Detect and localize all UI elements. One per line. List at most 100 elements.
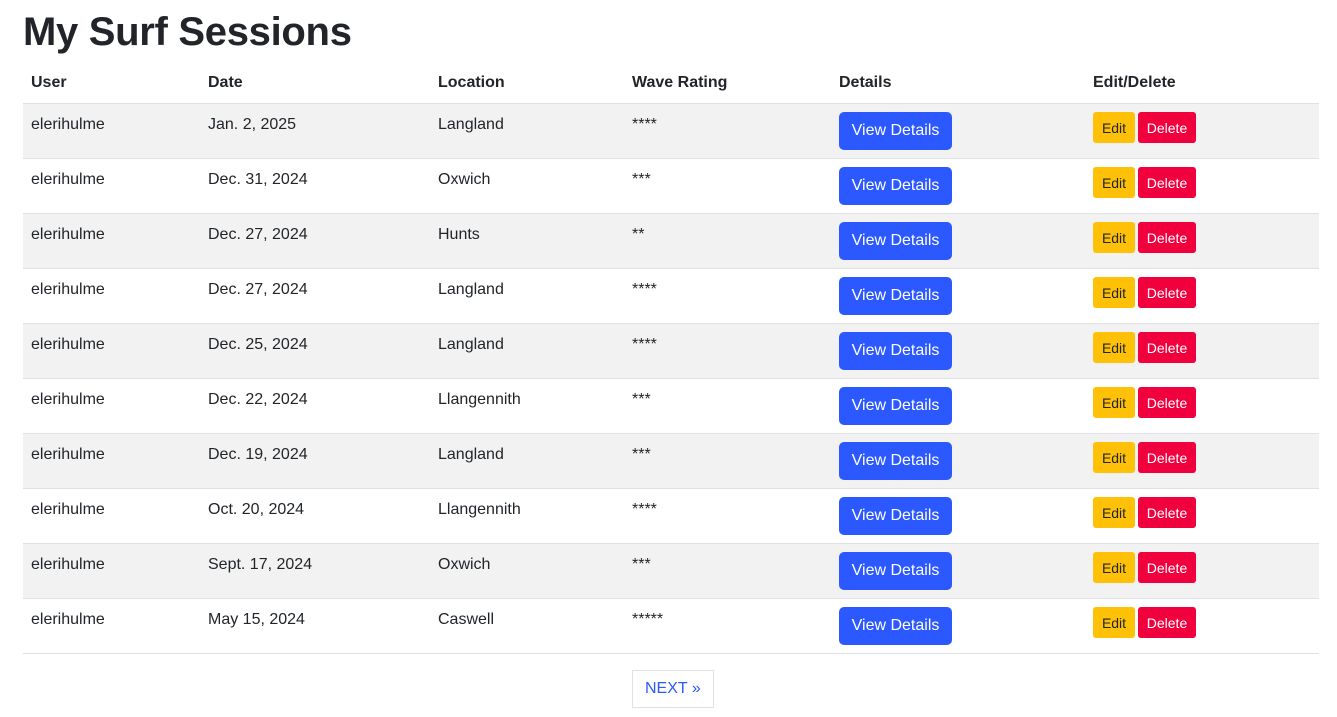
edit-button[interactable]: Edit xyxy=(1093,167,1135,198)
edit-button[interactable]: Edit xyxy=(1093,497,1135,528)
date-cell: Oct. 20, 2024 xyxy=(200,488,430,544)
page-title: My Surf Sessions xyxy=(23,10,352,54)
view-details-button[interactable]: View Details xyxy=(839,552,952,590)
date-cell: Dec. 27, 2024 xyxy=(200,213,430,269)
date-cell: May 15, 2024 xyxy=(200,598,430,654)
wave-rating-cell: *** xyxy=(624,378,831,434)
column-header-date: Date xyxy=(200,62,430,104)
session-date: Dec. 22, 2024 xyxy=(208,391,308,408)
column-header-edit-delete: Edit/Delete xyxy=(1085,62,1319,104)
edit-delete-cell: Edit Delete xyxy=(1085,543,1319,599)
user-cell: elerihulme xyxy=(23,323,200,379)
session-location: Llangennith xyxy=(438,501,521,518)
edit-button[interactable]: Edit xyxy=(1093,332,1135,363)
view-details-button[interactable]: View Details xyxy=(839,167,952,205)
wave-rating: *** xyxy=(632,556,651,573)
view-details-button[interactable]: View Details xyxy=(839,332,952,370)
session-date: May 15, 2024 xyxy=(208,611,305,628)
session-location: Oxwich xyxy=(438,171,491,188)
edit-button[interactable]: Edit xyxy=(1093,387,1135,418)
location-cell: Oxwich xyxy=(430,543,624,599)
session-location: Hunts xyxy=(438,226,480,243)
user-cell: elerihulme xyxy=(23,488,200,544)
delete-button[interactable]: Delete xyxy=(1138,167,1196,198)
delete-button[interactable]: Delete xyxy=(1138,277,1196,308)
details-cell: View Details xyxy=(831,433,1085,489)
edit-button[interactable]: Edit xyxy=(1093,222,1135,253)
sessions-table: User Date Location Wave Rating Details E… xyxy=(23,62,1319,654)
user-name: elerihulme xyxy=(31,611,105,628)
session-location: Langland xyxy=(438,281,504,298)
edit-button[interactable]: Edit xyxy=(1093,552,1135,583)
wave-rating: **** xyxy=(632,281,657,298)
session-date: Dec. 25, 2024 xyxy=(208,336,308,353)
view-details-button[interactable]: View Details xyxy=(839,112,952,150)
session-location: Llangennith xyxy=(438,391,521,408)
wave-rating: **** xyxy=(632,116,657,133)
session-location: Langland xyxy=(438,446,504,463)
delete-button[interactable]: Delete xyxy=(1138,222,1196,253)
column-header-details: Details xyxy=(831,62,1085,104)
location-cell: Hunts xyxy=(430,213,624,269)
next-page-link[interactable]: NEXT » xyxy=(632,670,714,708)
user-name: elerihulme xyxy=(31,501,105,518)
edit-delete-cell: Edit Delete xyxy=(1085,158,1319,214)
wave-rating-cell: *** xyxy=(624,543,831,599)
delete-button[interactable]: Delete xyxy=(1138,332,1196,363)
wave-rating: **** xyxy=(632,336,657,353)
table-row: elerihulme Sept. 17, 2024 Oxwich *** View De… xyxy=(23,543,1319,599)
view-details-button[interactable]: View Details xyxy=(839,277,952,315)
wave-rating-cell: **** xyxy=(624,103,831,159)
user-name: elerihulme xyxy=(31,116,105,133)
edit-button[interactable]: Edit xyxy=(1093,607,1135,638)
session-location: Caswell xyxy=(438,611,495,628)
delete-button[interactable]: Delete xyxy=(1138,552,1196,583)
location-cell: Caswell xyxy=(430,598,624,654)
details-cell: View Details xyxy=(831,598,1085,654)
details-cell: View Details xyxy=(831,158,1085,214)
edit-delete-cell: Edit Delete xyxy=(1085,103,1319,159)
date-cell: Jan. 2, 2025 xyxy=(200,103,430,159)
date-cell: Dec. 19, 2024 xyxy=(200,433,430,489)
view-details-button[interactable]: View Details xyxy=(839,497,952,535)
details-cell: View Details xyxy=(831,543,1085,599)
table-row: elerihulme Dec. 19, 2024 Langland *** View D… xyxy=(23,433,1319,489)
location-cell: Langland xyxy=(430,103,624,159)
delete-button[interactable]: Delete xyxy=(1138,112,1196,143)
edit-button[interactable]: Edit xyxy=(1093,277,1135,308)
date-cell: Dec. 27, 2024 xyxy=(200,268,430,324)
user-name: elerihulme xyxy=(31,391,105,408)
delete-button[interactable]: Delete xyxy=(1138,387,1196,418)
location-cell: Oxwich xyxy=(430,158,624,214)
details-cell: View Details xyxy=(831,268,1085,324)
date-cell: Dec. 22, 2024 xyxy=(200,378,430,434)
view-details-button[interactable]: View Details xyxy=(839,442,952,480)
user-cell: elerihulme xyxy=(23,103,200,159)
details-cell: View Details xyxy=(831,378,1085,434)
header-row: User Date Location Wave Rating Details E… xyxy=(23,62,1319,104)
edit-button[interactable]: Edit xyxy=(1093,112,1135,143)
location-cell: Langland xyxy=(430,323,624,379)
pagination: NEXT » xyxy=(632,670,714,708)
wave-rating: *** xyxy=(632,391,651,408)
edit-delete-cell: Edit Delete xyxy=(1085,268,1319,324)
view-details-button[interactable]: View Details xyxy=(839,222,952,260)
details-cell: View Details xyxy=(831,323,1085,379)
wave-rating-cell: *** xyxy=(624,433,831,489)
view-details-button[interactable]: View Details xyxy=(839,387,952,425)
delete-button[interactable]: Delete xyxy=(1138,442,1196,473)
date-cell: Sept. 17, 2024 xyxy=(200,543,430,599)
edit-delete-cell: Edit Delete xyxy=(1085,378,1319,434)
user-name: elerihulme xyxy=(31,281,105,298)
session-date: Dec. 19, 2024 xyxy=(208,446,308,463)
column-header-user: User xyxy=(23,62,200,104)
wave-rating: *** xyxy=(632,446,651,463)
delete-button[interactable]: Delete xyxy=(1138,497,1196,528)
user-cell: elerihulme xyxy=(23,543,200,599)
location-cell: Llangennith xyxy=(430,488,624,544)
edit-button[interactable]: Edit xyxy=(1093,442,1135,473)
user-name: elerihulme xyxy=(31,226,105,243)
user-name: elerihulme xyxy=(31,556,105,573)
view-details-button[interactable]: View Details xyxy=(839,607,952,645)
delete-button[interactable]: Delete xyxy=(1138,607,1196,638)
